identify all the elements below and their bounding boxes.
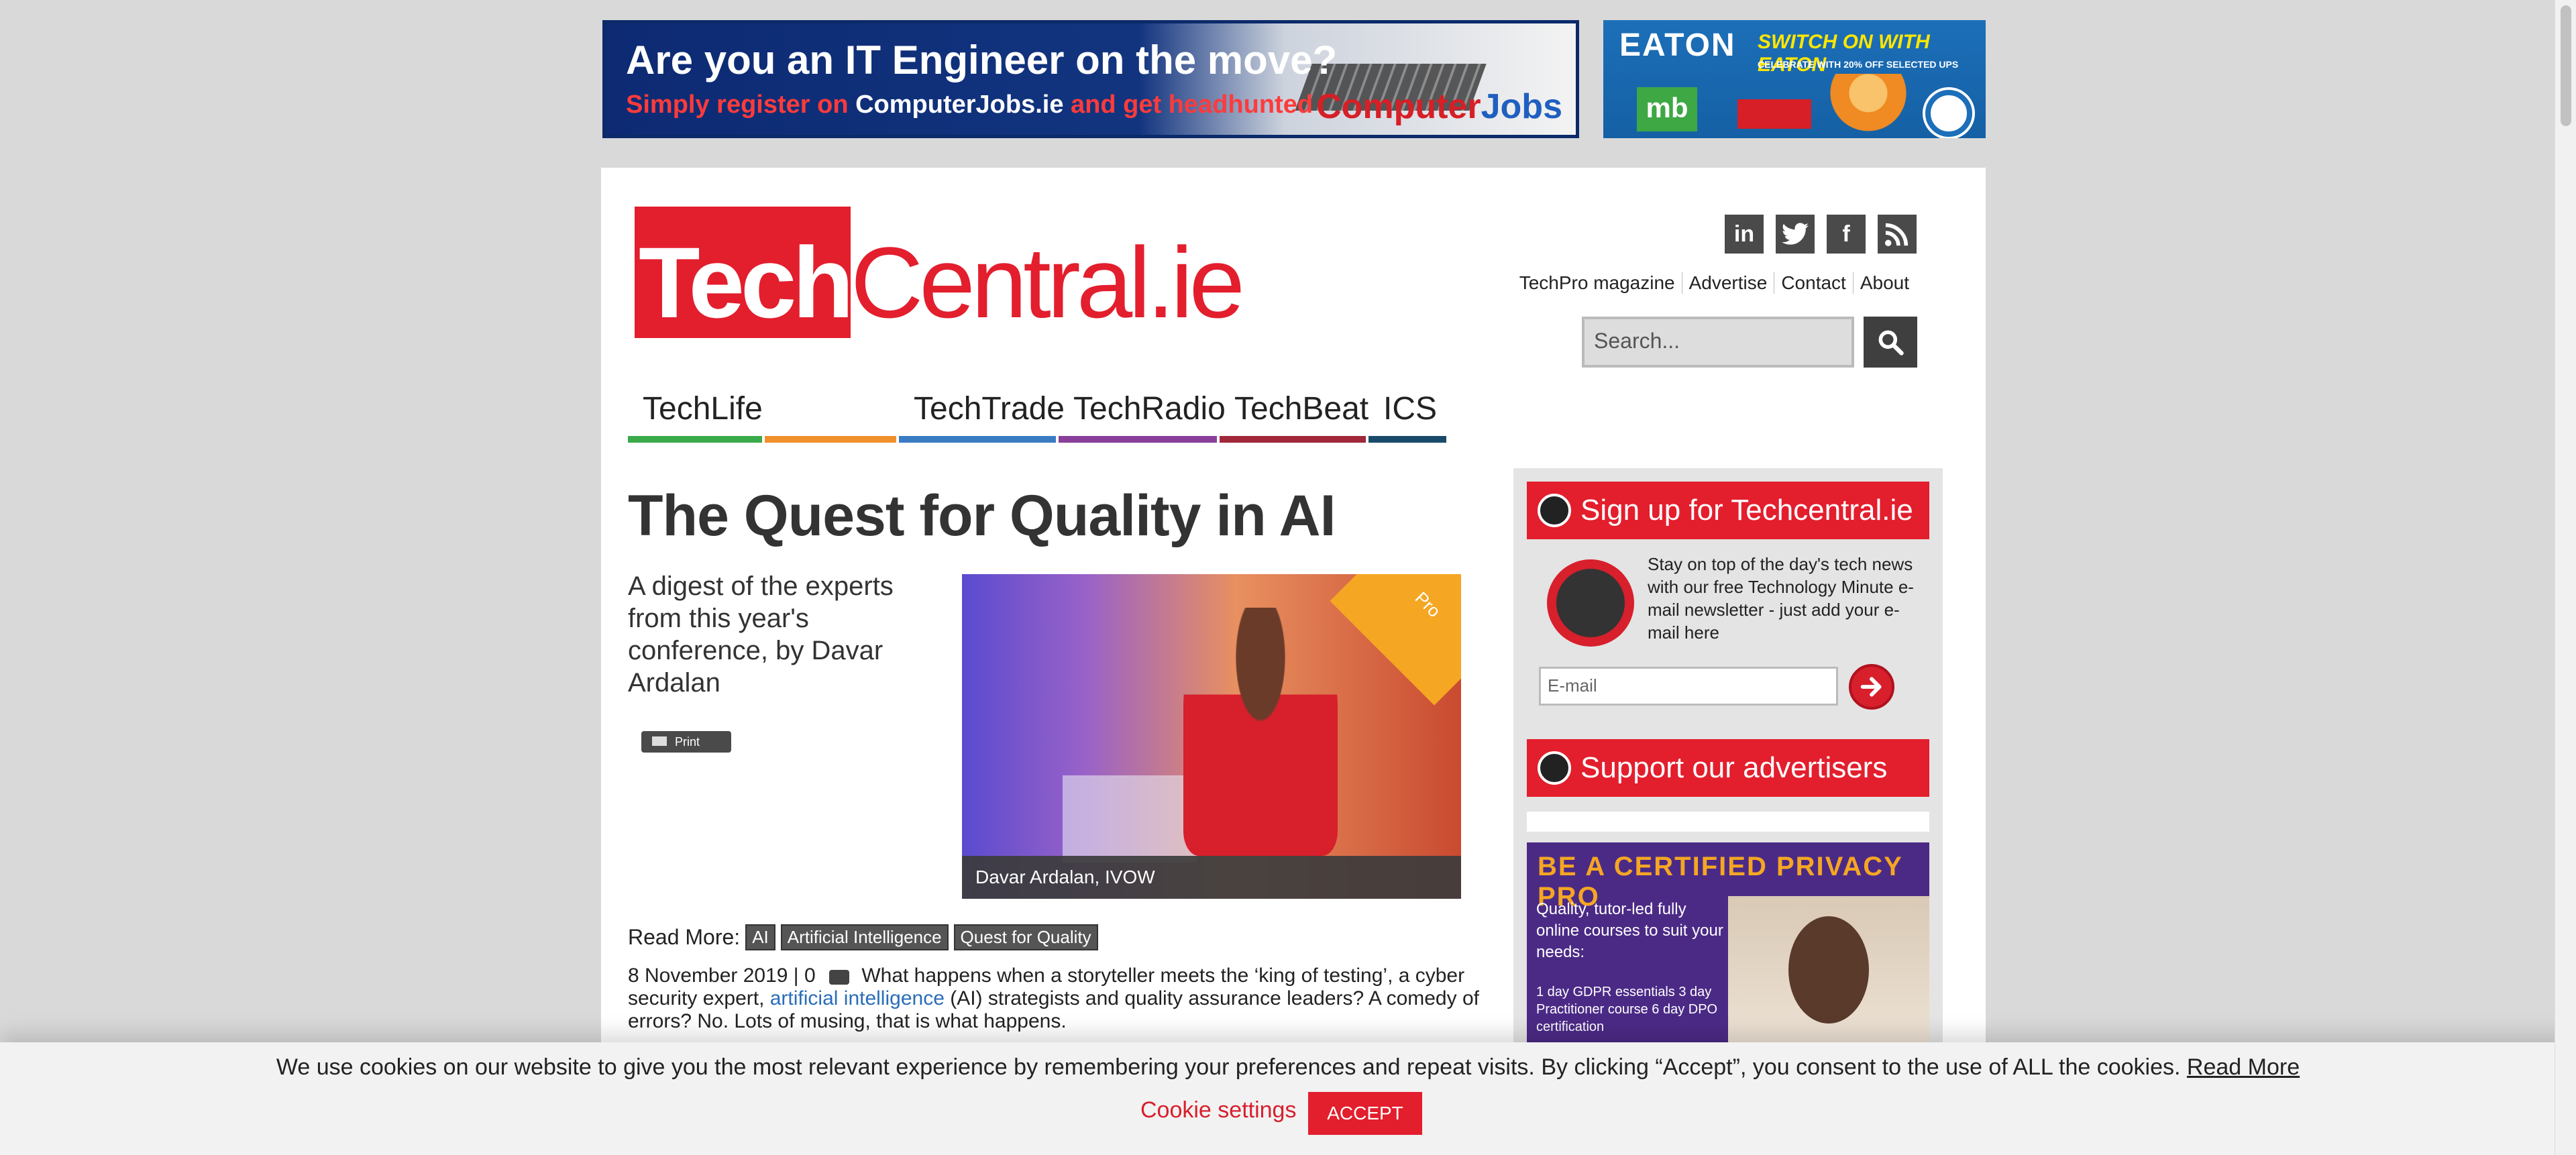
site-logo[interactable]: Tech Central.ie <box>635 207 1245 339</box>
mb-logo: mb <box>1637 87 1697 131</box>
article-date: 8 November 2019 | 0 <box>628 965 816 987</box>
privacy-pro-ad[interactable]: BE A CERTIFIED PRIVACY PRO Quality, tuto… <box>1527 842 1929 1070</box>
linkedin-icon[interactable]: in <box>1725 215 1764 254</box>
page-scrollbar[interactable] <box>2555 0 2576 1155</box>
nav-ics[interactable]: ICS <box>1368 389 1446 443</box>
arrow-right-icon <box>1860 677 1882 697</box>
ad-headline: Are you an IT Engineer on the move? <box>626 38 1338 82</box>
social-links: in f <box>1725 215 1917 254</box>
clock-icon <box>1538 494 1571 527</box>
nav-bar <box>1220 436 1366 443</box>
computerjobs-logo: ComputerJobs <box>1316 87 1562 126</box>
article-hero-image: Pro Davar Ardalan, IVOW <box>962 574 1461 899</box>
comment-icon[interactable] <box>828 970 849 985</box>
advertisers-heading: Support our advertisers <box>1527 739 1929 797</box>
tag-artificial-intelligence[interactable]: Artificial Intelligence <box>780 924 949 950</box>
offer-badge <box>1737 99 1811 129</box>
cookie-message: We use cookies on our website to give yo… <box>276 1054 2300 1080</box>
email-submit-button[interactable] <box>1849 664 1894 710</box>
logo-tech-text: Tech <box>639 226 854 339</box>
top-links: TechPro magazine Advertise Contact About <box>1513 272 1916 294</box>
eaton-banner-ad[interactable]: EATON SWITCH ON WITH EATON CELEBRATE WIT… <box>1603 20 1986 138</box>
techpro-magazine-link[interactable]: TechPro magazine <box>1513 272 1682 294</box>
tag-quest-for-quality[interactable]: Quest for Quality <box>953 924 1098 950</box>
twitter-icon[interactable] <box>1776 215 1815 254</box>
signup-box: Stay on top of the day's tech news with … <box>1527 539 1929 727</box>
nav-techlife[interactable]: TechLife <box>628 389 763 443</box>
nav-bar <box>628 436 762 443</box>
cookie-read-more-link[interactable]: Read More <box>2187 1054 2300 1080</box>
scrollbar-thumb[interactable] <box>2561 5 2571 126</box>
nav-bar <box>1368 436 1446 443</box>
email-input[interactable]: E-mail <box>1539 667 1838 706</box>
signup-heading: Sign up for Techcentral.ie <box>1527 482 1929 539</box>
nav-bar <box>765 436 896 443</box>
ad-subline: Simply register on ComputerJobs.ie and g… <box>626 91 1313 119</box>
print-button[interactable]: Print <box>641 731 731 753</box>
nav-bar <box>1059 436 1217 443</box>
speaker-figure <box>1183 608 1338 856</box>
image-caption: Davar Ardalan, IVOW <box>962 856 1461 899</box>
ai-link[interactable]: artificial intelligence <box>770 987 945 1009</box>
gear-badge-icon <box>1925 90 1972 137</box>
computerjobs-banner-ad[interactable]: Are you an IT Engineer on the move? Simp… <box>602 20 1579 138</box>
article-title: The Quest for Quality in AI <box>628 484 1336 548</box>
main-nav: TechLife TechTrade TechRadio TechBeat IC… <box>628 389 1449 443</box>
read-more-tags: Read More: AI Artificial Intelligence Qu… <box>628 924 1098 950</box>
cookie-accept-button[interactable]: ACCEPT <box>1308 1092 1422 1135</box>
advertise-link[interactable]: Advertise <box>1681 272 1774 294</box>
contact-link[interactable]: Contact <box>1774 272 1853 294</box>
ad-body: Quality, tutor-led fully online courses … <box>1536 900 1723 961</box>
cookie-settings-link[interactable]: Cookie settings <box>1140 1097 1296 1123</box>
tag-ai[interactable]: AI <box>745 924 775 950</box>
rss-icon[interactable] <box>1878 215 1917 254</box>
clock-icon <box>1538 751 1571 785</box>
nav-bar <box>899 436 1056 443</box>
about-link[interactable]: About <box>1852 272 1916 294</box>
lectern-shape <box>1063 775 1197 863</box>
pro-ribbon <box>1330 574 1461 706</box>
signup-text: Stay on top of the day's tech news with … <box>1648 554 1914 643</box>
read-more-label: Read More: <box>628 925 741 949</box>
nav-techradio[interactable]: TechRadio <box>1059 389 1226 443</box>
advertisers-spacer <box>1527 812 1929 832</box>
stopwatch-icon <box>1547 559 1634 647</box>
search-input[interactable]: Search... <box>1582 317 1854 368</box>
eaton-logo: EATON <box>1619 28 1736 63</box>
article-subtitle: A digest of the experts from this year's… <box>628 571 894 698</box>
ad-subline: CELEBRATE WITH 20% OFF SELECTED UPS <box>1758 59 1959 70</box>
nav-techtrade[interactable]: TechTrade <box>899 389 1065 443</box>
nav-orange[interactable] <box>765 389 896 443</box>
nav-techbeat[interactable]: TechBeat <box>1220 389 1368 443</box>
search-button[interactable] <box>1864 317 1917 368</box>
article-lead: 8 November 2019 | 0 What happens when a … <box>628 965 1487 1033</box>
cookie-banner: We use cookies on our website to give yo… <box>0 1042 2576 1155</box>
facebook-icon[interactable]: f <box>1827 215 1866 254</box>
logo-central-text: Central.ie <box>851 226 1245 339</box>
search-icon <box>1878 330 1904 355</box>
main-container: Tech Central.ie in f TechPro magazine Ad… <box>601 168 1986 1155</box>
mascot-image <box>1825 74 1912 138</box>
ad-course-list: 1 day GDPR essentials 3 day Practitioner… <box>1536 985 1718 1034</box>
